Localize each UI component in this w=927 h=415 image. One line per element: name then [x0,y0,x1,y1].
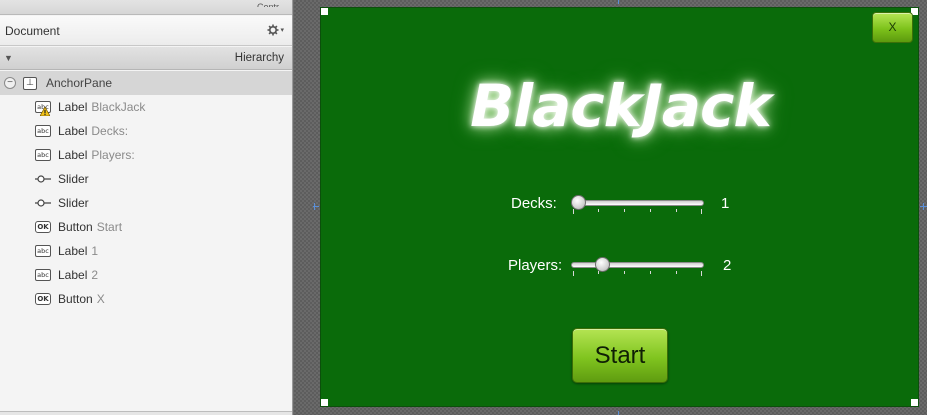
tree-item-text: Label BlackJack [58,100,145,114]
tree-item-type: Slider [58,196,89,210]
hierarchy-label: Hierarchy [234,52,284,64]
label-icon: abc [35,269,51,281]
tree-item-button-x[interactable]: OK Button X [0,287,292,311]
decks-slider[interactable] [571,195,704,214]
players-label: Players: [508,257,563,274]
tree-item-label-blackjack[interactable]: abc Label BlackJack [0,95,292,119]
document-header: Document ▾ [0,16,292,46]
close-button[interactable]: X [872,12,913,43]
tree-item-type: Slider [58,172,89,186]
slider-icon [35,199,51,207]
selection-guide [923,203,924,210]
tree-item-slider-decks[interactable]: Slider [0,167,292,191]
tree-item-text: Label 2 [58,268,98,282]
tree-item-type: AnchorPane [46,76,113,90]
tree-item-text: Button Start [58,220,122,234]
tree-item-type: Button [58,220,93,234]
players-value: 2 [723,257,732,274]
slider-ticks [573,209,702,214]
button-icon: OK [35,221,51,233]
slider-icon [35,175,51,183]
selection-guide [618,0,619,4]
tree-item-text: Button X [58,292,105,306]
previous-panel-title-fragment: Controller [257,3,279,7]
tree-item-type: Label [58,100,88,114]
tree-item-value: BlackJack [91,100,146,114]
hierarchy-tree: − ⊥ AnchorPane abc Label BlackJack abc La… [0,71,292,311]
tree-item-value: X [96,292,105,306]
slider-thumb[interactable] [571,195,586,210]
tree-item-label-decks[interactable]: abc Label Decks: [0,119,292,143]
tree-item-value: Decks: [91,124,129,138]
selection-handle[interactable] [321,8,328,15]
tree-item-text: Slider [58,172,89,186]
tree-item-type: Label [58,148,88,162]
game-title: BlackJack [470,72,772,140]
tree-item-text: Label Players: [58,148,135,162]
tree-item-value: Players: [91,148,135,162]
label-icon: abc [35,125,51,137]
selection-handle[interactable] [321,399,328,406]
tree-item-text: Label Decks: [58,124,128,138]
tree-item-type: Label [58,244,88,258]
tree-item-type: Label [58,268,88,282]
slider-ticks [573,271,702,276]
document-title: Document [5,24,60,38]
start-button[interactable]: Start [572,328,668,383]
tree-item-label-2[interactable]: abc Label 2 [0,263,292,287]
gear-icon-svg [267,24,279,36]
slider-track [571,262,704,268]
panel-bottom-edge [0,411,292,415]
tree-item-anchorpane[interactable]: − ⊥ AnchorPane [0,71,292,95]
tree-item-text: Slider [58,196,89,210]
tree-item-type: Label [58,124,88,138]
collapse-triangle-icon[interactable]: ▼ [4,53,13,63]
anchorpane-icon: ⊥ [23,77,37,90]
button-icon: OK [35,293,51,305]
tree-item-value: Start [96,220,123,234]
players-slider[interactable] [571,257,704,276]
previous-panel-edge: Controller [0,0,292,15]
selection-guide [314,203,315,210]
document-panel: Controller Document ▾ ▼ Hiera [0,0,293,415]
blackjack-window[interactable]: X BlackJack Decks: 1 Players: 2 Start [320,7,919,407]
collapse-icon[interactable]: − [4,77,16,89]
selection-handle[interactable] [911,399,918,406]
decks-value: 1 [721,195,730,212]
label-icon: abc [35,245,51,257]
warning-icon [40,107,50,116]
tree-item-label-players[interactable]: abc Label Players: [0,143,292,167]
slider-thumb[interactable] [594,257,610,272]
hierarchy-bar[interactable]: ▼ Hierarchy [0,47,292,70]
tree-item-slider-players[interactable]: Slider [0,191,292,215]
tree-item-value: 1 [91,244,99,258]
gear-icon[interactable]: ▾ [267,24,284,36]
tree-item-button-start[interactable]: OK Button Start [0,215,292,239]
tree-item-text: Label 1 [58,244,98,258]
label-icon: abc [35,149,51,161]
selection-guide [618,411,619,415]
tree-item-value: 2 [91,268,99,282]
tree-item-label-1[interactable]: abc Label 1 [0,239,292,263]
chevron-down-icon: ▾ [280,27,284,34]
tree-item-type: Button [58,292,93,306]
decks-label: Decks: [511,195,557,212]
slider-track [571,200,704,206]
